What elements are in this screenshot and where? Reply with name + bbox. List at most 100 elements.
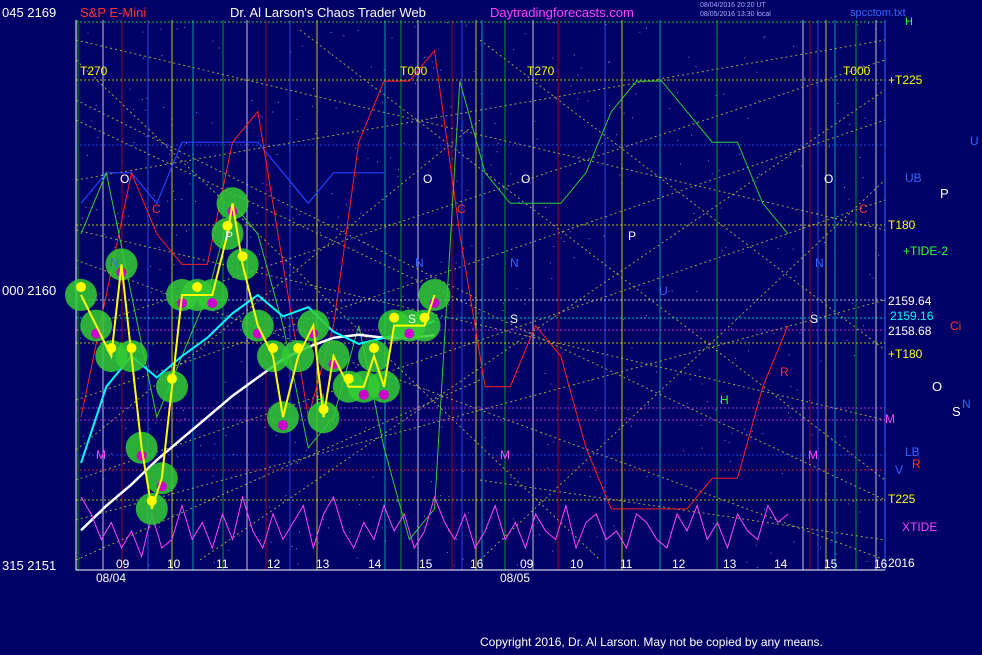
star-dot [835, 553, 837, 555]
star-dot [424, 515, 425, 517]
star-dot [425, 388, 427, 390]
star-dot [466, 189, 468, 191]
star-dot [579, 160, 581, 161]
star-dot [415, 83, 416, 85]
star-dot [261, 116, 263, 118]
star-dot [686, 402, 688, 404]
star-dot [857, 459, 859, 461]
star-dot [174, 199, 176, 201]
star-dot [383, 69, 385, 71]
star-dot [510, 173, 512, 175]
right-axis-label: 2158.68 [888, 324, 932, 338]
star-dot [355, 366, 357, 368]
star-dot [441, 426, 443, 428]
planet-label: R [780, 365, 789, 379]
star-dot [436, 147, 438, 149]
star-dot [859, 157, 861, 158]
hour-tick-label: 15 [419, 557, 433, 571]
star-dot [545, 207, 547, 208]
star-dot [626, 375, 628, 377]
star-dot [127, 215, 129, 217]
star-dot [81, 393, 83, 395]
star-dot [635, 93, 637, 95]
star-dot [712, 523, 714, 525]
star-dot [488, 247, 490, 249]
star-dot [793, 541, 795, 543]
star-dot [200, 445, 202, 447]
left-scale-mid: 000 2160 [2, 283, 56, 298]
star-dot [586, 223, 588, 225]
star-dot [587, 100, 589, 102]
star-dot [877, 83, 879, 85]
star-dot [278, 101, 279, 103]
star-dot [609, 60, 610, 62]
site-link[interactable]: Daytradingforecasts.com [490, 5, 634, 20]
star-dot [181, 199, 183, 200]
star-dot [718, 169, 720, 171]
chaos-trader-chart: 09 10 11 12 13 14 15 16 09 10 11 12 13 14 15 16 H +T225 U U… [0, 0, 982, 650]
star-dot [570, 85, 572, 87]
price-low-dot [379, 389, 389, 400]
star-dot [798, 151, 800, 153]
star-dot [148, 365, 150, 367]
star-dot [847, 503, 849, 505]
star-dot [503, 538, 505, 540]
star-dot [250, 236, 252, 238]
star-dot [178, 420, 180, 422]
star-dot [313, 88, 314, 89]
star-dot [150, 292, 152, 294]
star-dot [573, 257, 575, 259]
copyright-notice: Copyright 2016, Dr. Al Larson. May not b… [480, 635, 823, 649]
date-label-day2: 08/05 [500, 571, 530, 585]
star-dot [646, 476, 648, 478]
star-dot [526, 331, 528, 333]
star-dot [298, 531, 300, 533]
planet-label: N [815, 256, 824, 270]
star-dot [173, 264, 175, 266]
star-dot [695, 66, 697, 67]
planet-label: C [152, 202, 161, 216]
star-dot [133, 108, 135, 110]
star-dot [554, 21, 556, 23]
star-dot [551, 550, 553, 552]
star-dot [742, 252, 744, 254]
chart-canvas: 09 10 11 12 13 14 15 16 09 10 11 12 13 14 15 16 H +T225 U U… [0, 0, 982, 650]
star-dot [269, 506, 271, 508]
star-dot [667, 79, 668, 81]
price-high-dot [369, 343, 379, 354]
star-dot [854, 355, 855, 357]
star-dot [560, 237, 562, 239]
star-dot [864, 117, 866, 119]
star-dot [588, 238, 590, 239]
star-dot [758, 173, 760, 175]
star-dot [433, 67, 434, 69]
star-dot [563, 241, 565, 242]
star-dot [456, 149, 458, 151]
star-dot [744, 428, 746, 430]
star-dot [747, 118, 749, 120]
star-dot [357, 30, 359, 32]
star-dot [701, 383, 703, 385]
star-dot [862, 325, 864, 327]
star-dot [335, 107, 337, 109]
star-dot [513, 48, 515, 50]
star-dot [117, 223, 119, 224]
star-dot [403, 142, 405, 144]
star-dot [751, 430, 753, 432]
star-dot [211, 122, 213, 124]
star-dot [462, 558, 464, 560]
star-dot [524, 303, 526, 305]
planet-label: H [720, 393, 729, 407]
planet-label: M [500, 448, 510, 462]
star-dot [440, 69, 442, 71]
star-dot [596, 536, 598, 538]
star-dot [668, 108, 670, 110]
star-dot [372, 476, 374, 478]
star-dot [432, 61, 434, 63]
hour-tick-label: 13 [723, 557, 737, 571]
hour-tick-label: 12 [672, 557, 686, 571]
planet-label: N [510, 256, 519, 270]
star-dot [711, 173, 713, 175]
star-dot [689, 379, 691, 381]
star-dot [396, 500, 398, 502]
